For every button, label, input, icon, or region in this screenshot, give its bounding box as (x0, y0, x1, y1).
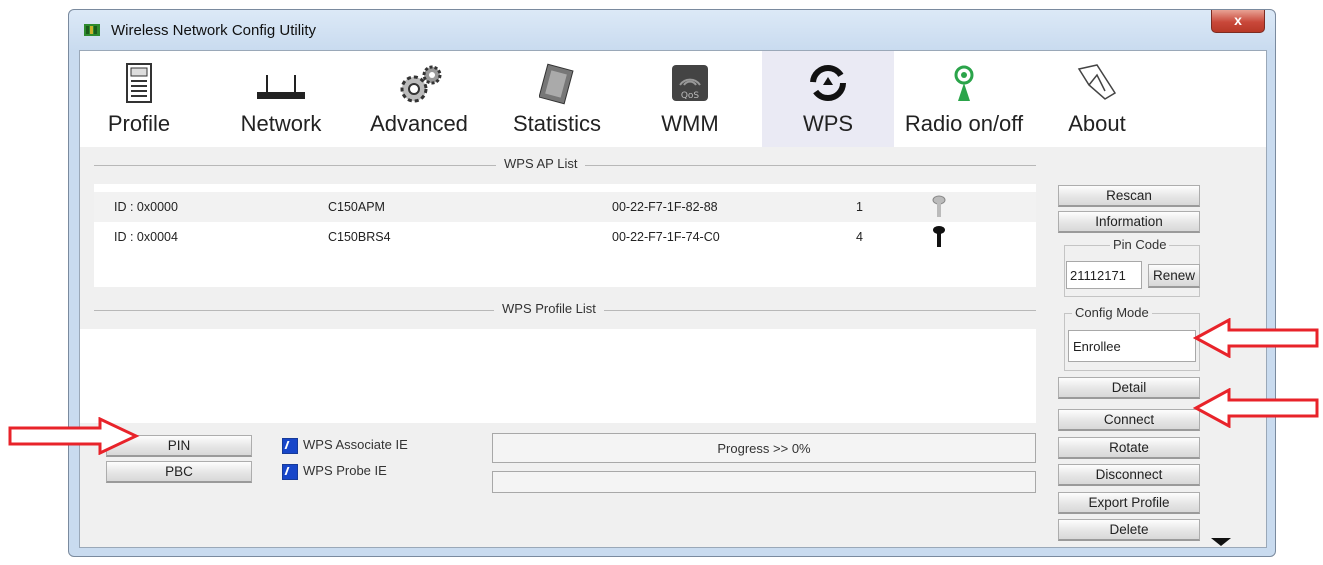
close-button[interactable]: x (1211, 10, 1265, 33)
tab-advanced[interactable]: Advanced (362, 51, 476, 149)
svg-text:QoS: QoS (681, 91, 700, 101)
gears-icon (400, 65, 442, 103)
progress-text: Progress >> 0% (717, 441, 811, 456)
key-black-icon (933, 226, 945, 247)
wps-profile-list-title: WPS Profile List (494, 301, 604, 316)
router-icon (257, 75, 305, 99)
radio-icon (954, 65, 974, 101)
renew-button[interactable]: Renew (1148, 264, 1200, 288)
title-bar: Wireless Network Config Utility x (69, 10, 1275, 50)
ap-bssid: 00-22-F7-1F-74-C0 (612, 230, 720, 244)
tab-label: About (1068, 111, 1126, 136)
tab-profile[interactable]: Profile (94, 51, 184, 149)
tab-wps[interactable]: WPS (762, 51, 894, 149)
wps-associate-ie-checkbox[interactable] (282, 438, 298, 454)
tab-label: WPS (802, 111, 854, 136)
ap-row[interactable]: ID : 0x0004 C150BRS4 00-22-F7-1F-74-C0 4 (94, 222, 1036, 252)
tab-label: Network (240, 111, 322, 136)
wps-ap-list[interactable]: ID : 0x0000 C150APM 00-22-F7-1F-82-88 1 … (94, 184, 1036, 287)
window-title: Wireless Network Config Utility (111, 22, 317, 39)
tab-label: Radio on/off (904, 111, 1024, 136)
tab-statistics[interactable]: Statistics (504, 51, 610, 149)
toolbar: Profile Network Advanced Statistics QoS … (80, 51, 1266, 157)
about-icon (1077, 64, 1117, 100)
tab-label: WMM (661, 111, 719, 136)
tab-radio-on-off[interactable]: Radio on/off (892, 51, 1036, 149)
ap-row[interactable]: ID : 0x0000 C150APM 00-22-F7-1F-82-88 1 (94, 192, 1036, 222)
config-mode-select[interactable]: Enrollee (1068, 330, 1196, 362)
rotate-button[interactable]: Rotate (1058, 437, 1200, 459)
delete-button[interactable]: Delete (1058, 519, 1200, 541)
client-area: Profile Network Advanced Statistics QoS … (79, 50, 1267, 548)
wps-ap-list-title: WPS AP List (496, 156, 586, 171)
ap-ssid: C150BRS4 (328, 230, 391, 244)
profile-icon (126, 63, 152, 103)
rescan-button[interactable]: Rescan (1058, 185, 1200, 207)
qos-icon: QoS (672, 65, 708, 101)
export-profile-button[interactable]: Export Profile (1058, 492, 1200, 514)
tab-label: Statistics (512, 111, 602, 136)
wps-associate-ie-label: WPS Associate IE (303, 437, 408, 452)
wps-profile-list[interactable] (80, 329, 1036, 423)
ap-channel: 1 (856, 200, 863, 214)
pin-code-value: 21112171 (1070, 268, 1126, 283)
progress-bar: Progress >> 0% (492, 433, 1036, 463)
connect-button[interactable]: Connect (1058, 409, 1200, 431)
tab-about[interactable]: About (1056, 51, 1138, 149)
pin-code-field[interactable]: 21112171 (1066, 261, 1142, 289)
pbc-button[interactable]: PBC (106, 461, 252, 483)
wps-icon (810, 65, 846, 101)
ap-channel: 4 (856, 230, 863, 244)
tab-label: Profile (107, 111, 171, 136)
tab-wmm[interactable]: QoS WMM (640, 51, 740, 149)
annotation-arrow-icon (8, 417, 140, 455)
tab-network[interactable]: Network (226, 51, 336, 149)
pin-code-title: Pin Code (1110, 237, 1170, 252)
ap-id: ID : 0x0000 (114, 200, 178, 214)
information-button[interactable]: Information (1058, 211, 1200, 233)
annotation-arrow-icon (1193, 388, 1319, 428)
detail-button[interactable]: Detail (1058, 377, 1200, 399)
config-mode-title: Config Mode (1072, 305, 1152, 320)
app-icon (84, 24, 100, 36)
wps-probe-ie-label: WPS Probe IE (303, 463, 387, 478)
ap-id: ID : 0x0004 (114, 230, 178, 244)
annotation-arrow-icon (1193, 318, 1319, 358)
statistics-icon (539, 63, 574, 105)
key-gray-icon (932, 195, 946, 217)
ap-ssid: C150APM (328, 200, 385, 214)
wps-probe-ie-checkbox[interactable] (282, 464, 298, 480)
config-mode-value: Enrollee (1073, 339, 1121, 354)
disconnect-button[interactable]: Disconnect (1058, 464, 1200, 486)
app-window: Wireless Network Config Utility x Profil… (68, 9, 1276, 557)
tab-label: Advanced (370, 111, 468, 136)
scroll-down-arrow-icon[interactable] (1210, 537, 1232, 547)
wps-panel: WPS AP List ID : 0x0000 C150APM 00-22-F7… (80, 147, 1266, 547)
status-field (492, 471, 1036, 493)
ap-bssid: 00-22-F7-1F-82-88 (612, 200, 718, 214)
